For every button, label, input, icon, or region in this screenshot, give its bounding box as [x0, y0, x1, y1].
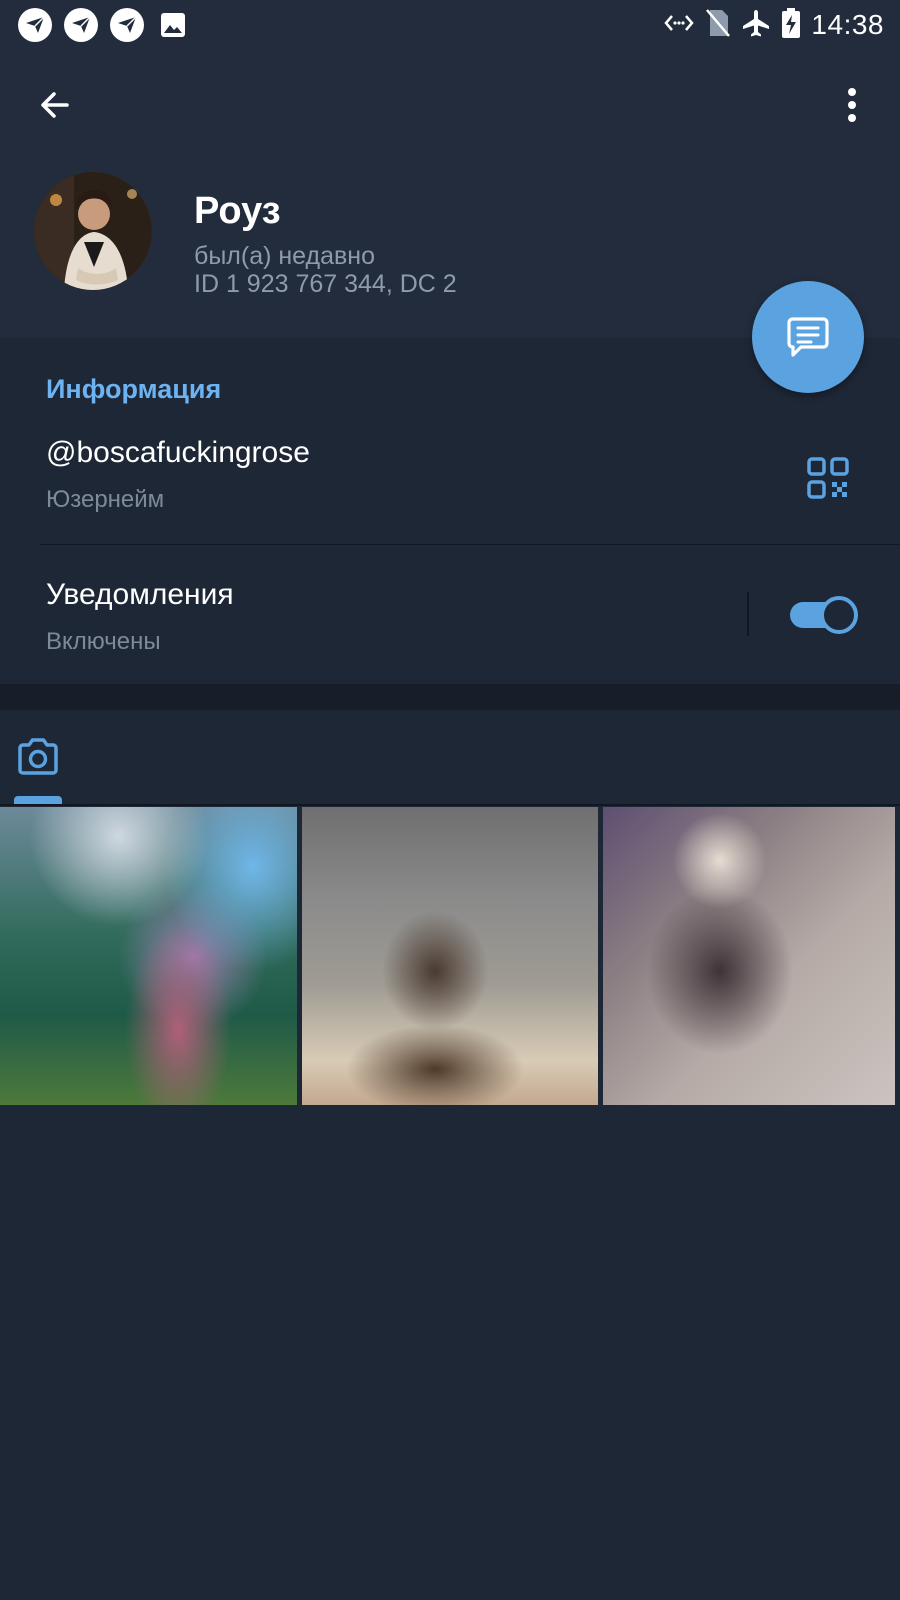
- toggle-knob: [820, 596, 858, 634]
- active-tab-indicator: [14, 796, 62, 804]
- media-thumbnail[interactable]: [302, 807, 598, 1105]
- app-notification-icon: [110, 8, 144, 42]
- section-separator: [0, 684, 900, 710]
- media-tabs: [0, 710, 900, 806]
- airplane-mode-icon: [741, 8, 771, 43]
- profile-screen: 14:38 Роуз был(а) недавно ID 1 923 767 3…: [0, 0, 900, 1600]
- last-seen-status: был(а) недавно: [194, 242, 376, 270]
- image-icon: [156, 8, 190, 42]
- qr-code-button[interactable]: [806, 456, 850, 500]
- tab-photos[interactable]: [14, 734, 62, 782]
- system-icons: 14:38: [663, 6, 884, 44]
- profile-header: Роуз был(а) недавно ID 1 923 767 344, DC…: [0, 50, 900, 338]
- avatar[interactable]: [34, 172, 152, 290]
- camera-icon: [18, 738, 58, 775]
- info-section: Информация @boscafuckingrose Юзернейм Ув…: [0, 338, 900, 684]
- data-saver-icon: [663, 11, 695, 40]
- user-id-line: ID 1 923 767 344, DC 2: [194, 270, 457, 298]
- battery-charging-icon: [781, 7, 801, 44]
- notifications-toggle[interactable]: [790, 596, 858, 634]
- row-divider: [40, 544, 900, 545]
- arrow-back-icon: [41, 92, 69, 118]
- toggle-separator: [747, 592, 749, 636]
- notifications-state: Включены: [46, 628, 161, 655]
- no-sim-icon: [705, 8, 731, 43]
- notifications-label[interactable]: Уведомления: [46, 578, 234, 612]
- more-vertical-icon: [848, 88, 856, 122]
- app-notification-icon: [64, 8, 98, 42]
- message-icon: [787, 317, 829, 357]
- send-message-fab[interactable]: [752, 281, 864, 393]
- more-options-button[interactable]: [832, 80, 872, 130]
- notification-icons: [18, 8, 190, 42]
- media-grid: [0, 807, 900, 1105]
- info-section-title: Информация: [46, 374, 222, 404]
- username-caption: Юзернейм: [46, 486, 165, 513]
- app-notification-icon: [18, 8, 52, 42]
- clock-time: 14:38: [811, 9, 884, 40]
- media-thumbnail[interactable]: [603, 807, 895, 1105]
- shared-media-section: [0, 710, 900, 1600]
- profile-name: Роуз: [194, 190, 281, 232]
- media-thumbnail[interactable]: [0, 807, 297, 1105]
- username-value[interactable]: @boscafuckingrose: [46, 436, 310, 470]
- back-button[interactable]: [30, 80, 80, 130]
- status-bar: 14:38: [0, 0, 900, 50]
- qr-code-icon: [807, 457, 849, 499]
